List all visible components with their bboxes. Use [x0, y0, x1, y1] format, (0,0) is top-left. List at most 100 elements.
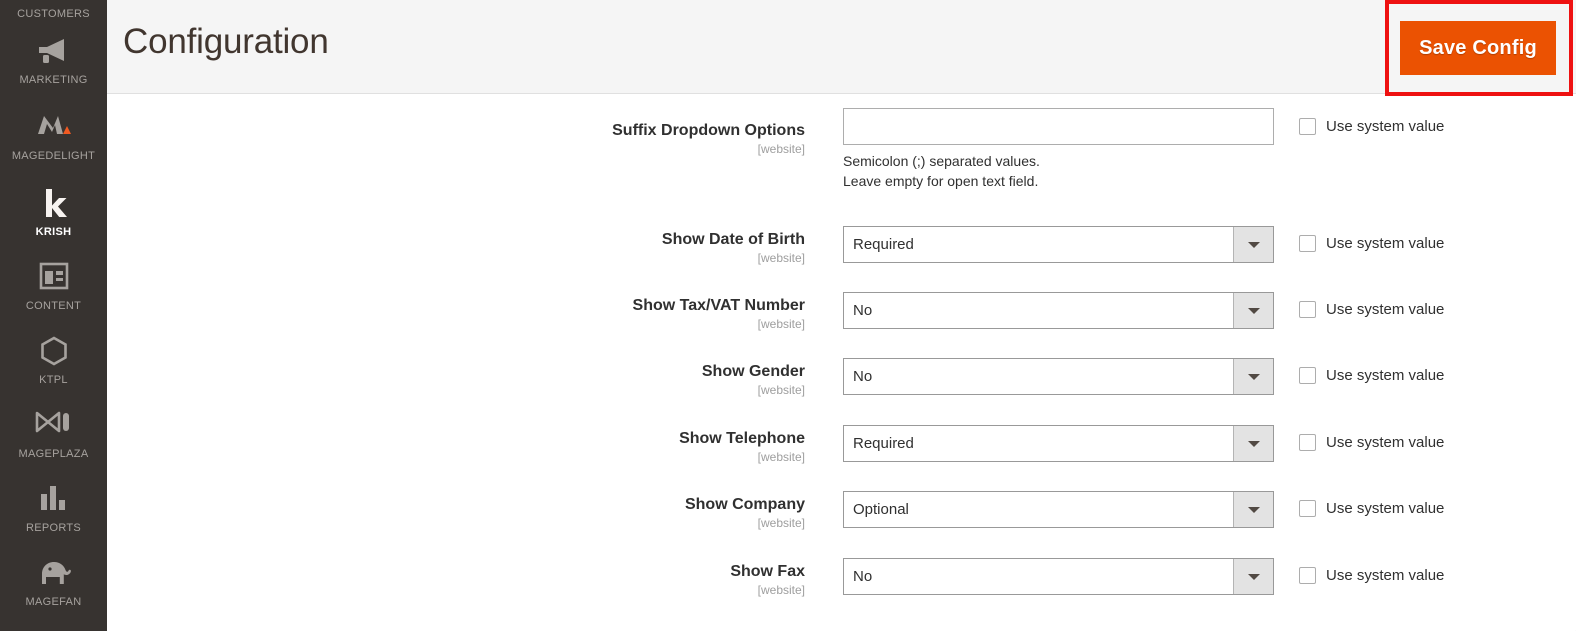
field-scope-label: [website] — [757, 583, 805, 597]
field-label: Show Date of Birth — [661, 231, 805, 248]
select-value: Required — [853, 236, 914, 253]
bar-chart-icon — [0, 484, 107, 522]
use-system-value-checkbox[interactable]: Use system value — [1299, 500, 1444, 517]
use-system-value-label: Use system value — [1326, 434, 1445, 451]
page-title: Configuration — [123, 22, 329, 61]
checkbox-box[interactable] — [1299, 367, 1316, 384]
select-show-company[interactable]: Optional — [843, 491, 1274, 528]
chevron-down-icon[interactable] — [1233, 492, 1273, 527]
field-scope-label: [website] — [757, 516, 805, 530]
field-scope-label: [website] — [757, 383, 805, 397]
sidebar-item-mageplaza[interactable]: MAGEPLAZA — [0, 410, 107, 461]
field-control: Required — [843, 226, 1274, 263]
content-layout-icon — [0, 262, 107, 300]
krish-icon — [0, 188, 107, 226]
chevron-down-icon[interactable] — [1233, 559, 1273, 594]
select-show-fax[interactable]: No — [843, 558, 1274, 595]
use-system-value-checkbox[interactable]: Use system value — [1299, 118, 1444, 135]
field-label: Show Tax/VAT Number — [632, 297, 805, 314]
field-label: Suffix Dropdown Options — [612, 122, 805, 139]
chevron-down-icon[interactable] — [1233, 359, 1273, 394]
sidebar-item-label: MAGEFAN — [25, 596, 82, 608]
field-scope-label: [website] — [757, 251, 805, 265]
sidebar-item-label: REPORTS — [25, 522, 82, 534]
field-control: No — [843, 292, 1274, 329]
sidebar-item-label: MAGEDELIGHT — [11, 150, 96, 162]
field-label-group: Show Tax/VAT Number [website] — [107, 296, 824, 332]
field-control: No — [843, 558, 1274, 595]
content-area: Configuration Save Config Suffix Dropdow… — [107, 0, 1576, 631]
chevron-down-icon[interactable] — [1233, 426, 1273, 461]
sidebar-item-customers[interactable]: CUSTOMERS — [0, 0, 107, 21]
sidebar-item-krish[interactable]: KRISH — [0, 188, 107, 239]
use-system-value-label: Use system value — [1326, 118, 1445, 135]
save-config-button[interactable]: Save Config — [1400, 21, 1556, 75]
field-label-group: Show Date of Birth [website] — [107, 230, 824, 266]
checkbox-box[interactable] — [1299, 434, 1316, 451]
page-header: Configuration Save Config — [107, 0, 1576, 96]
sidebar-item-label: MARKETING — [19, 74, 88, 86]
checkbox-box[interactable] — [1299, 567, 1316, 584]
field-label-group: Show Company [website] — [107, 495, 824, 531]
use-system-value-label: Use system value — [1326, 500, 1445, 517]
field-control: Semicolon (;) separated values. Leave emp… — [843, 108, 1274, 191]
field-control: Optional — [843, 491, 1274, 528]
sidebar-item-marketing[interactable]: MARKETING — [0, 36, 107, 87]
use-system-value-label: Use system value — [1326, 235, 1445, 252]
use-system-value-label: Use system value — [1326, 367, 1445, 384]
field-label: Show Gender — [701, 363, 805, 380]
select-value: Optional — [853, 501, 909, 518]
select-show-telephone[interactable]: Required — [843, 425, 1274, 462]
use-system-value-checkbox[interactable]: Use system value — [1299, 235, 1444, 252]
field-label-group: Show Telephone [website] — [107, 429, 824, 465]
sidebar-item-content[interactable]: CONTENT — [0, 262, 107, 313]
chevron-down-icon[interactable] — [1233, 227, 1273, 262]
use-system-value-checkbox[interactable]: Use system value — [1299, 301, 1444, 318]
field-label-group: Show Gender [website] — [107, 362, 824, 398]
select-show-date-of-birth[interactable]: Required — [843, 226, 1274, 263]
checkbox-box[interactable] — [1299, 301, 1316, 318]
use-system-value-checkbox[interactable]: Use system value — [1299, 367, 1444, 384]
suffix-dropdown-options-input[interactable] — [843, 108, 1274, 145]
megaphone-icon — [0, 36, 107, 74]
use-system-value-label: Use system value — [1326, 567, 1445, 584]
select-value: No — [853, 368, 873, 385]
field-scope-label: [website] — [757, 317, 805, 331]
chevron-down-icon[interactable] — [1233, 293, 1273, 328]
elephant-icon — [0, 558, 107, 596]
select-value: No — [853, 568, 873, 585]
checkbox-box[interactable] — [1299, 500, 1316, 517]
use-system-value-checkbox[interactable]: Use system value — [1299, 434, 1444, 451]
sidebar-item-ktpl[interactable]: KTPL — [0, 336, 107, 387]
customers-icon — [0, 0, 107, 8]
sidebar-item-label: KRISH — [35, 226, 72, 238]
checkbox-box[interactable] — [1299, 235, 1316, 252]
mageplaza-icon — [0, 410, 107, 448]
field-note-line-2: Leave empty for open text field. — [843, 173, 1039, 189]
sidebar-item-magedelight[interactable]: MAGEDELIGHT — [0, 112, 107, 163]
sidebar-item-label: CUSTOMERS — [17, 8, 90, 20]
configuration-form: Suffix Dropdown Options [website] Semicolo… — [107, 94, 1576, 631]
sidebar-item-label: KTPL — [39, 374, 68, 386]
sidebar-item-label: MAGEPLAZA — [18, 448, 89, 460]
select-show-gender[interactable]: No — [843, 358, 1274, 395]
field-scope-label: [website] — [757, 142, 805, 156]
field-control: Required — [843, 425, 1274, 462]
field-label: Show Telephone — [679, 430, 805, 447]
admin-sidebar-nav: CUSTOMERS MARKETING MAGEDELIGHT KRISH CONTEN… — [0, 0, 107, 631]
field-label-group: Show Fax [website] — [107, 562, 824, 598]
field-scope-label: [website] — [757, 450, 805, 464]
select-show-tax-vat-number[interactable]: No — [843, 292, 1274, 329]
checkbox-box[interactable] — [1299, 118, 1316, 135]
use-system-value-label: Use system value — [1326, 301, 1445, 318]
field-label: Show Fax — [730, 563, 805, 580]
field-label: Show Company — [684, 496, 805, 513]
sidebar-item-reports[interactable]: REPORTS — [0, 484, 107, 535]
hexagon-icon — [0, 336, 107, 374]
magedelight-icon — [0, 112, 107, 150]
select-value: Required — [853, 435, 914, 452]
sidebar-item-label: CONTENT — [25, 300, 82, 312]
use-system-value-checkbox[interactable]: Use system value — [1299, 567, 1444, 584]
field-label-group: Suffix Dropdown Options [website] — [107, 121, 824, 157]
sidebar-item-magefan[interactable]: MAGEFAN — [0, 558, 107, 609]
